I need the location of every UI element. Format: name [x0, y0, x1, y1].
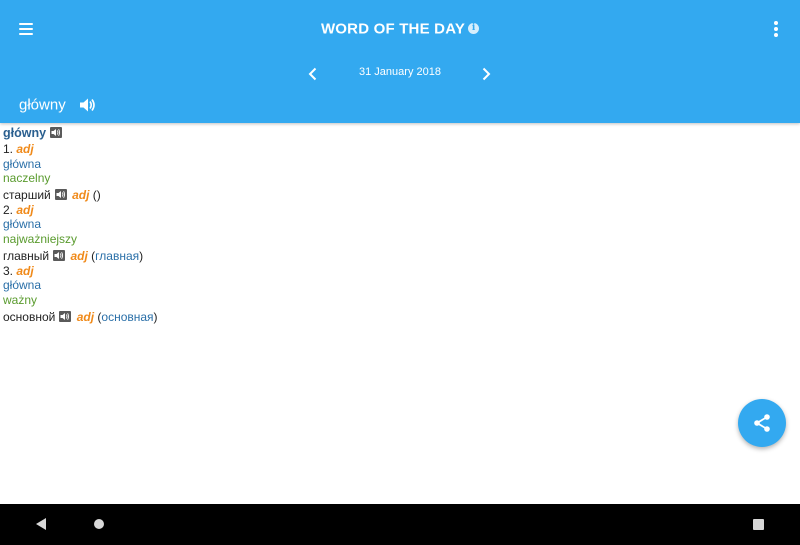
sense-number: 2. — [3, 202, 14, 217]
date-label: 31 January 2018 — [359, 66, 441, 78]
translation-word[interactable]: главный — [3, 249, 49, 263]
headword-line: główny — [3, 126, 793, 142]
form-feminine[interactable]: główna — [3, 217, 793, 232]
translation-line: старший adj () — [3, 188, 793, 203]
app-bar: WORD OF THE DAY i 31 January 2018 główny — [0, 0, 800, 123]
back-icon[interactable] — [34, 517, 48, 531]
share-button[interactable] — [738, 399, 786, 447]
share-icon — [754, 414, 770, 432]
paren-close: ) — [139, 249, 144, 264]
speaker-icon[interactable] — [53, 250, 66, 262]
translation-note[interactable]: главная — [95, 249, 139, 263]
sense-number: 1. — [3, 142, 14, 156]
dictionary-entry: główny 1. adj główna naczelny старший ad… — [3, 126, 793, 325]
speaker-icon[interactable] — [59, 311, 72, 323]
translation-word[interactable]: основной — [3, 310, 55, 324]
synonym[interactable]: ważny — [3, 293, 793, 308]
home-icon[interactable] — [94, 519, 104, 529]
synonym[interactable]: naczelny — [3, 171, 793, 186]
paren-close: ) — [96, 188, 101, 203]
headword: główny — [3, 126, 47, 140]
date-navigator: 31 January 2018 — [0, 64, 800, 84]
part-of-speech[interactable]: adj — [70, 249, 87, 263]
system-nav-bar — [0, 504, 800, 545]
form-feminine[interactable]: główna — [3, 157, 793, 172]
translation-line: главный adj (главная) — [3, 249, 793, 264]
word-title: główny — [19, 96, 66, 114]
translation-note[interactable]: основная — [101, 310, 153, 324]
speaker-icon[interactable] — [50, 127, 63, 138]
title-wrap: WORD OF THE DAY i — [0, 20, 800, 38]
part-of-speech[interactable]: adj — [72, 188, 89, 202]
sense-header: 1. adj — [3, 142, 793, 157]
paren-close: ) — [153, 310, 158, 325]
speaker-icon[interactable] — [54, 189, 67, 201]
more-vertical-icon[interactable] — [766, 18, 786, 40]
form-feminine[interactable]: główna — [3, 278, 793, 293]
synonym[interactable]: najważniejszy — [3, 232, 793, 247]
sense-header: 2. adj — [3, 203, 793, 218]
part-of-speech[interactable]: adj — [16, 142, 33, 156]
word-row: główny — [19, 96, 96, 118]
sense-number: 3. — [3, 263, 14, 278]
translation-line: основной adj (основная) — [3, 310, 793, 325]
speaker-icon[interactable] — [78, 96, 96, 114]
part-of-speech[interactable]: adj — [77, 310, 94, 324]
recent-apps-icon[interactable] — [753, 519, 764, 530]
page-title: WORD OF THE DAY — [320, 20, 466, 38]
chevron-right-icon[interactable] — [478, 66, 494, 82]
translation-word[interactable]: старший — [3, 188, 51, 202]
part-of-speech[interactable]: adj — [16, 264, 33, 278]
sense-header: 3. adj — [3, 264, 793, 279]
part-of-speech[interactable]: adj — [16, 203, 33, 217]
info-icon[interactable]: i — [468, 23, 480, 35]
